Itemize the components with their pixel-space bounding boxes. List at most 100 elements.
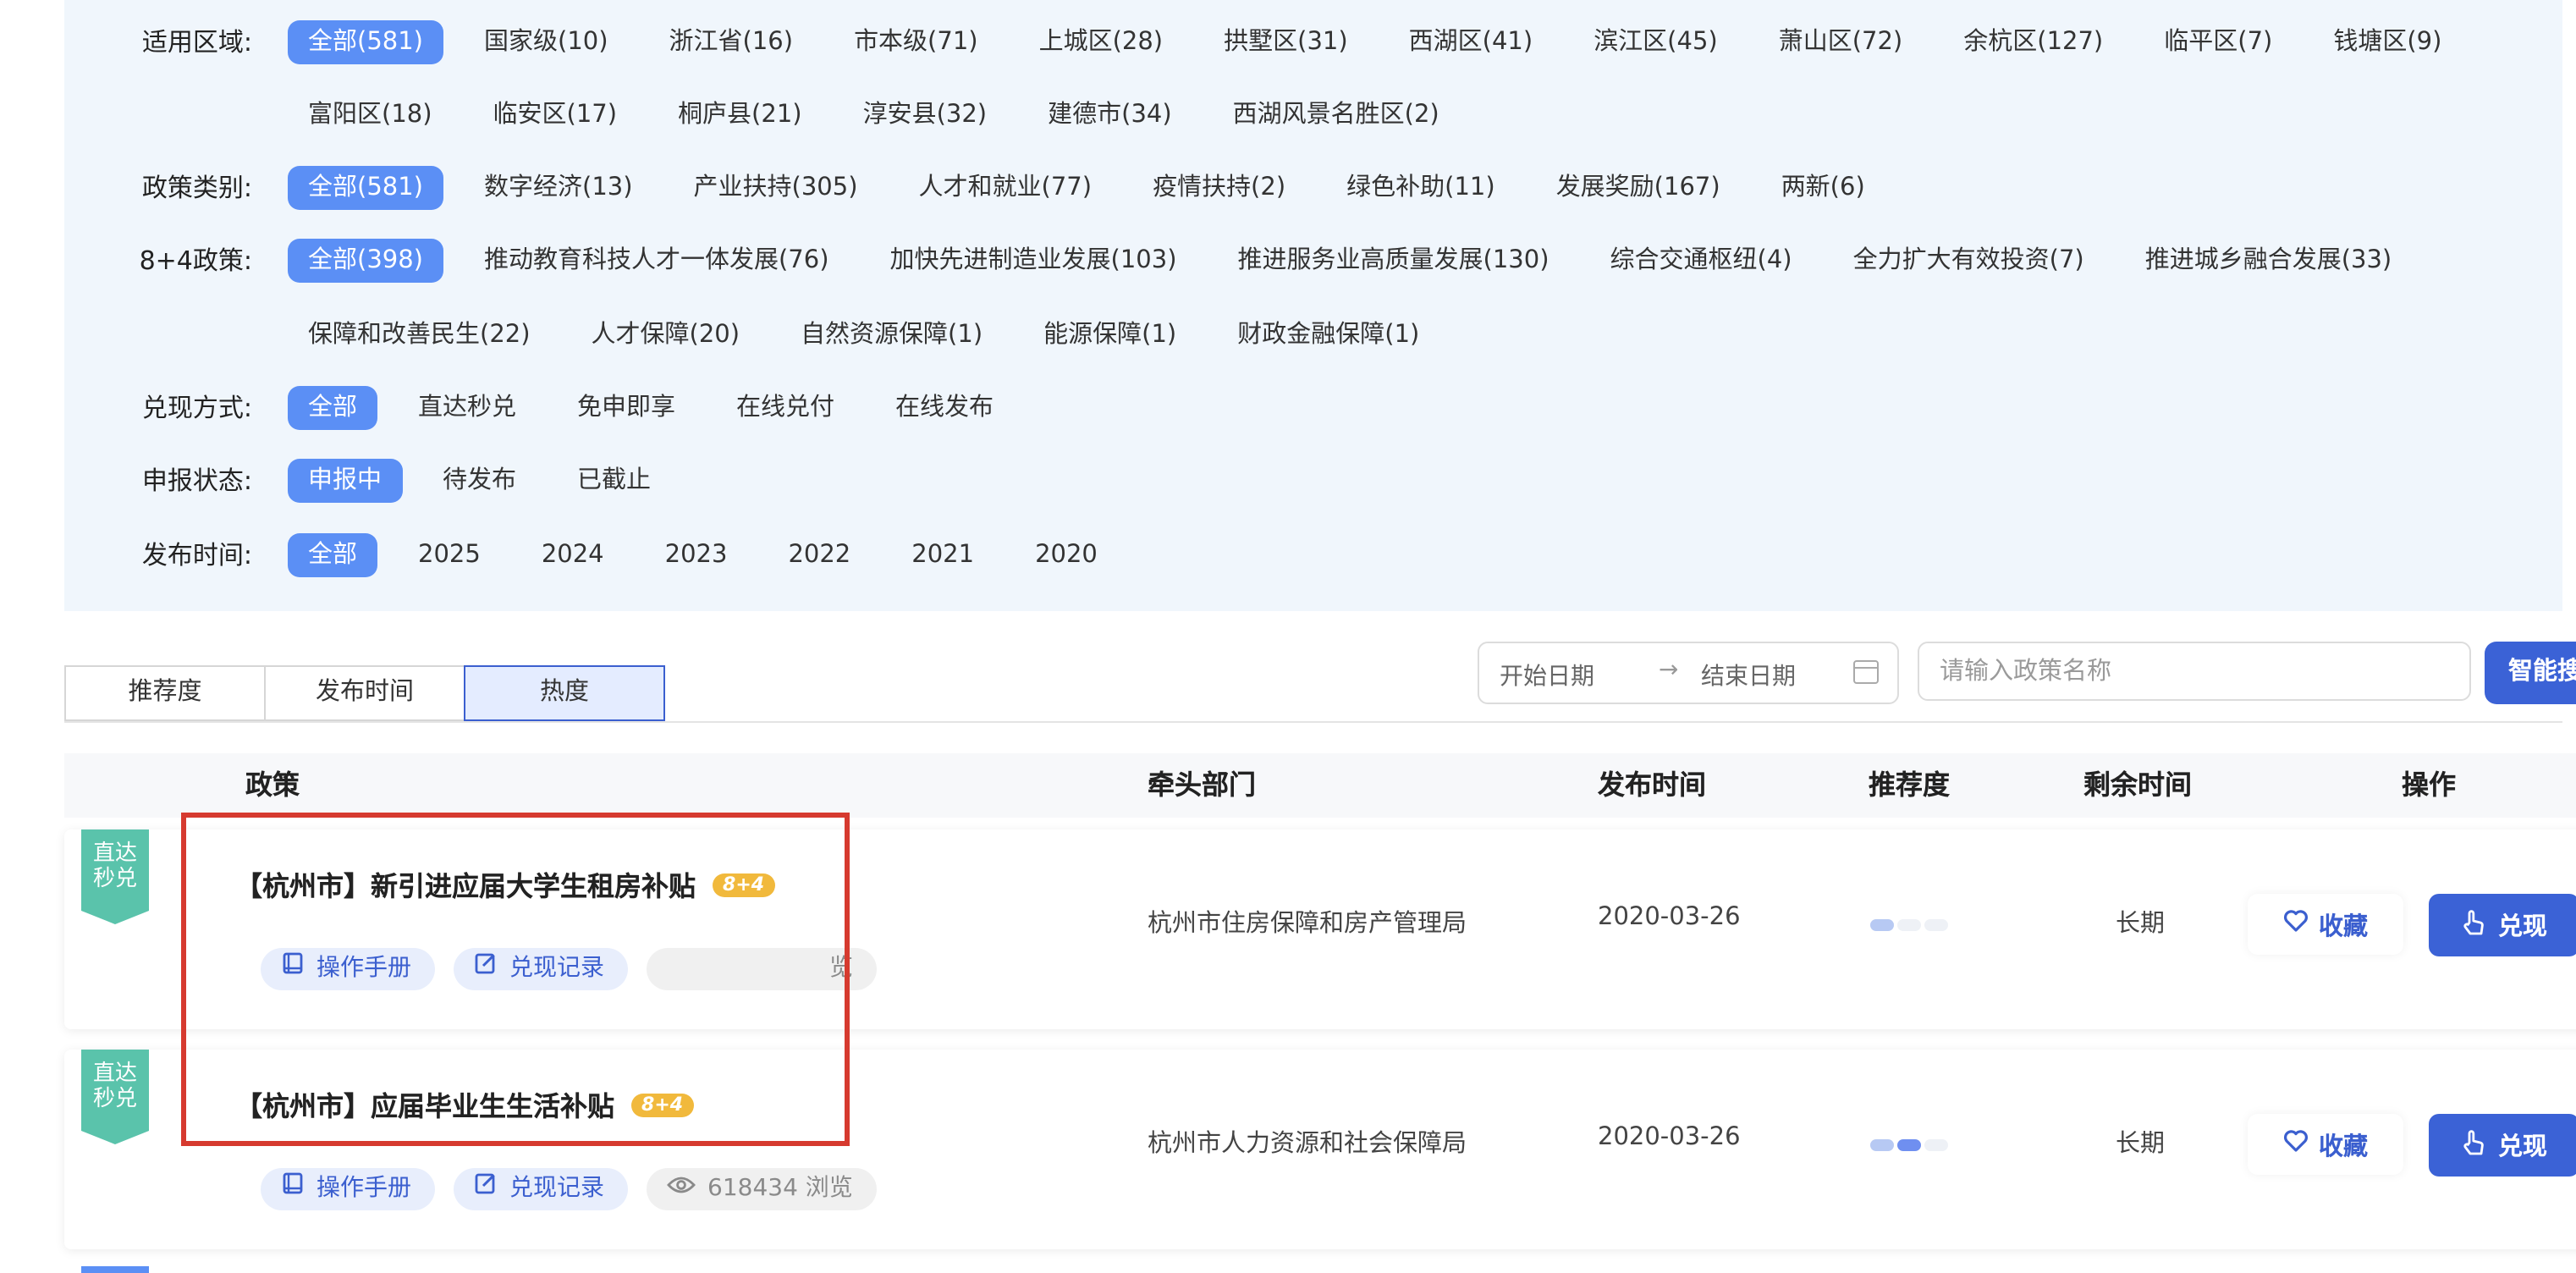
filter-option[interactable]: 全部(581) (288, 20, 443, 64)
favorite-label: 收藏 (2319, 913, 2368, 940)
filter-option[interactable]: 浙江省(16) (649, 20, 814, 64)
filter-option[interactable]: 2021 (891, 533, 994, 577)
filter-option[interactable]: 西湖风景名胜区(2) (1213, 93, 1460, 137)
recommend-level-bar (1870, 919, 1951, 931)
8plus4-badge: 8+4 (631, 1093, 694, 1116)
favorite-label: 收藏 (2319, 1133, 2368, 1160)
filter-label: 申报状态: (141, 466, 252, 496)
arrow-icon: → (1659, 657, 1679, 684)
8plus4-badge: 8+4 (713, 873, 775, 896)
filter-option[interactable]: 全力扩大有效投资(7) (1833, 239, 2105, 283)
divider (64, 721, 2562, 723)
filter-option[interactable]: 待发布 (422, 459, 537, 503)
filter-option[interactable]: 发展奖励(167) (1536, 166, 1741, 210)
filter-option[interactable]: 直达秒兑 (398, 386, 537, 430)
instant-redeem-ribbon: 直达 秒兑 (81, 829, 149, 924)
filter-option[interactable]: 桐庐县(21) (658, 93, 823, 137)
filter-option[interactable]: 萧山区(72) (1759, 20, 1924, 64)
policy-title-text[interactable]: 【杭州市】应届毕业生生活补贴 (235, 1090, 614, 1122)
view-count: 618434 浏览 (647, 1168, 877, 1210)
filter-option[interactable]: 在线发布 (875, 386, 1014, 430)
filter-option[interactable]: 免申即享 (557, 386, 696, 430)
filter-option[interactable]: 综合交通枢纽(4) (1590, 239, 1813, 283)
filter-option[interactable]: 人才保障(20) (571, 313, 761, 357)
filter-option[interactable]: 加快先进制造业发展(103) (870, 239, 1197, 283)
header-dept: 牵头部门 (1148, 769, 1257, 801)
view-count: 览 (647, 948, 877, 990)
filter-label: 发布时间: (141, 540, 252, 570)
filter-option[interactable]: 申报中 (288, 459, 402, 503)
filter-option[interactable]: 2022 (768, 533, 871, 577)
filter-option[interactable]: 拱墅区(31) (1203, 20, 1368, 64)
filter-label: 8+4政策: (139, 245, 252, 276)
redeem-record-button[interactable]: 兑现记录 (454, 1168, 628, 1210)
filter-option[interactable]: 推进服务业高质量发展(130) (1218, 239, 1570, 283)
policy-search-input[interactable] (1918, 642, 2471, 701)
manual-button[interactable]: 操作手册 (261, 1168, 435, 1210)
policy-title[interactable]: 【杭州市】应届毕业生生活补贴 8+4 (235, 1083, 694, 1124)
filter-option[interactable]: 富阳区(18) (288, 93, 453, 137)
filter-option[interactable]: 全部(398) (288, 239, 443, 283)
filter-option[interactable]: 西湖区(41) (1389, 20, 1554, 64)
filter-option[interactable]: 国家级(10) (464, 20, 629, 64)
filter-option[interactable]: 人才和就业(77) (899, 166, 1113, 210)
filter-option[interactable]: 能源保障(1) (1023, 313, 1197, 357)
redeem-button[interactable]: 兑现 (2429, 1114, 2576, 1177)
filter-option[interactable]: 在线兑付 (716, 386, 855, 430)
filter-option[interactable]: 2025 (398, 533, 501, 577)
filter-option[interactable]: 2023 (645, 533, 748, 577)
table-row[interactable]: 直达 秒兑 【杭州市】新引进应届大学生租房补贴 8+4 操作手册 兑现记录 览 杭州市住房保… (64, 829, 2576, 1029)
filter-option[interactable]: 2024 (521, 533, 625, 577)
table-row[interactable]: 直达 秒兑 【杭州市】应届毕业生生活补贴 8+4 操作手册 兑现记录 618434 浏览 杭… (64, 1050, 2576, 1249)
redeem-button[interactable]: 兑现 (2429, 894, 2576, 956)
filter-option[interactable]: 已截止 (557, 459, 671, 503)
manual-label: 操作手册 (316, 1175, 411, 1202)
sort-tab[interactable]: 发布时间 (264, 665, 464, 721)
header-recommend: 推荐度 (1869, 769, 1951, 801)
policy-title[interactable]: 【杭州市】新引进应届大学生租房补贴 8+4 (235, 863, 775, 904)
filter-option[interactable]: 产业扶持(305) (674, 166, 878, 210)
filter-options: 全部 2025 2024 2023 2022 2021 2020 (288, 533, 1138, 577)
filter-option[interactable]: 全部(581) (288, 166, 443, 210)
filter-label: 适用区域: (141, 27, 252, 58)
policy-title-text[interactable]: 【杭州市】新引进应届大学生租房补贴 (235, 870, 696, 902)
filter-option[interactable]: 全部 (288, 533, 377, 577)
hand-pointer-icon (2461, 1128, 2498, 1162)
filter-option[interactable]: 2020 (1015, 533, 1118, 577)
date-range-picker[interactable]: 开始日期 → 结束日期 (1478, 642, 1899, 704)
record-label: 兑现记录 (509, 955, 604, 982)
favorite-button[interactable]: 收藏 (2248, 1114, 2403, 1175)
sort-tab[interactable]: 推荐度 (64, 665, 264, 721)
filter-option[interactable]: 数字经济(13) (464, 166, 653, 210)
filter-option[interactable]: 全部 (288, 386, 377, 430)
favorite-button[interactable]: 收藏 (2248, 894, 2403, 955)
smart-search-button[interactable]: 智能搜索 (2485, 642, 2576, 704)
filter-option[interactable]: 推进城乡融合发展(33) (2125, 239, 2413, 283)
filter-option[interactable]: 市本级(71) (834, 20, 999, 64)
end-date-placeholder[interactable]: 结束日期 (1701, 659, 1796, 692)
filter-option[interactable]: 滨江区(45) (1573, 20, 1738, 64)
filter-option[interactable]: 建德市(34) (1027, 93, 1192, 137)
policy-actions: 操作手册 兑现记录 览 (261, 948, 895, 990)
filter-option[interactable]: 钱塘区(9) (2313, 20, 2462, 64)
redeem-record-button[interactable]: 兑现记录 (454, 948, 628, 990)
lead-dept: 杭州市住房保障和房产管理局 (1148, 911, 1467, 938)
recommend-level-bar (1870, 1139, 1951, 1151)
filter-option[interactable]: 淳安县(32) (843, 93, 1008, 137)
filter-option[interactable]: 两新(6) (1761, 166, 1885, 210)
eye-icon (667, 1168, 707, 1210)
sort-tab[interactable]: 热度 (464, 665, 665, 721)
manual-button[interactable]: 操作手册 (261, 948, 435, 990)
filter-option[interactable]: 推动教育科技人才一体发展(76) (464, 239, 850, 283)
filter-option[interactable]: 临安区(17) (473, 93, 638, 137)
filter-option[interactable]: 上城区(28) (1019, 20, 1184, 64)
filter-option[interactable]: 财政金融保障(1) (1217, 313, 1439, 357)
filter-option[interactable]: 临平区(7) (2144, 20, 2293, 64)
filter-option[interactable]: 疫情扶持(2) (1132, 166, 1306, 210)
start-date-placeholder[interactable]: 开始日期 (1500, 659, 1594, 692)
filter-options: 保障和改善民生(22) 人才保障(20) 自然资源保障(1) 能源保障(1) 财政金融保… (288, 317, 1460, 357)
filter-option[interactable]: 余杭区(127) (1943, 20, 2123, 64)
filter-option[interactable]: 绿色补助(11) (1326, 166, 1516, 210)
filter-option[interactable]: 保障和改善民生(22) (288, 313, 551, 357)
filter-option[interactable]: 自然资源保障(1) (780, 313, 1003, 357)
